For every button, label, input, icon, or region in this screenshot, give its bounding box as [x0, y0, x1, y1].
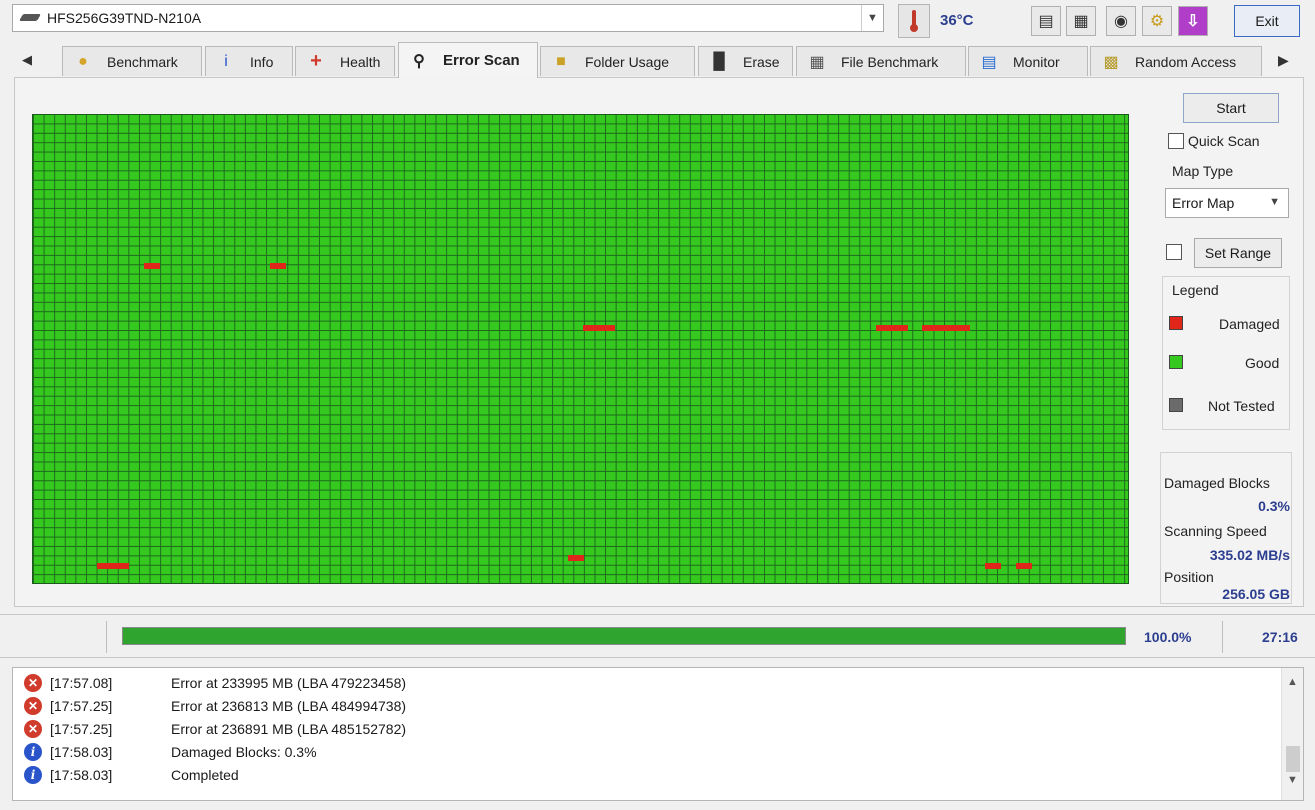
lightbulb-icon: ●: [78, 52, 88, 70]
tab-benchmark[interactable]: ● Benchmark: [62, 46, 202, 76]
event-log[interactable]: ✕ [17:57.08] Error at 233995 MB (LBA 479…: [12, 667, 1304, 801]
legend-damaged-label: Damaged: [1219, 316, 1280, 332]
log-row: ✕ [17:57.25] Error at 236813 MB (LBA 484…: [13, 694, 1273, 717]
download-button[interactable]: ⇩: [1178, 6, 1208, 36]
folder-icon: ■: [556, 52, 566, 70]
tab-health[interactable]: + Health: [295, 46, 395, 76]
error-icon: ✕: [24, 719, 42, 738]
damaged-block: [876, 325, 908, 331]
progress-fill: [123, 628, 1125, 644]
drive-icon: [19, 12, 41, 24]
tab-folder-usage[interactable]: ■ Folder Usage: [540, 46, 695, 76]
log-row: ✕ [17:57.25] Error at 236891 MB (LBA 485…: [13, 717, 1273, 740]
info-icon: i: [24, 765, 42, 784]
map-type-select[interactable]: Error Map ▼: [1165, 188, 1289, 218]
info-icon: i: [24, 742, 42, 761]
set-range-checkbox[interactable]: [1166, 244, 1182, 260]
position-value: 256.05 GB: [1222, 586, 1290, 602]
exit-button[interactable]: Exit: [1234, 5, 1300, 37]
damaged-block: [270, 263, 286, 269]
monitor-chart-icon: ▤: [981, 53, 997, 71]
tab-monitor[interactable]: ▤ Monitor: [968, 46, 1088, 76]
legend-good-swatch: [1169, 355, 1183, 369]
log-row: ✕ [17:57.08] Error at 233995 MB (LBA 479…: [13, 671, 1273, 694]
copy-report-button[interactable]: ▦: [1066, 6, 1096, 36]
trash-icon: █: [713, 52, 725, 70]
copy-report-icon: ▦: [1073, 13, 1089, 30]
tab-file-benchmark[interactable]: ▦ File Benchmark: [796, 46, 966, 76]
tab-scroll-right-icon[interactable]: ▶: [1278, 52, 1289, 69]
health-cross-icon: +: [310, 50, 322, 72]
progress-percent: 100.0%: [1144, 629, 1192, 645]
download-icon: ⇩: [1186, 13, 1200, 30]
progress-row: 100.0% 27:16: [0, 614, 1315, 658]
progress-bar: [122, 627, 1126, 645]
legend-title: Legend: [1172, 282, 1219, 298]
damaged-blocks-value: 0.3%: [1258, 498, 1290, 514]
screenshot-button[interactable]: ◉: [1106, 6, 1136, 36]
damaged-block: [985, 563, 1001, 569]
legend-not-tested-swatch: [1169, 398, 1183, 412]
elapsed-time: 27:16: [1262, 629, 1298, 645]
scroll-up-icon[interactable]: ▲: [1287, 676, 1298, 688]
copy-text-button[interactable]: ▤: [1031, 6, 1061, 36]
temperature-value: 36°C: [940, 12, 974, 29]
info-icon: i: [224, 52, 228, 70]
copy-text-icon: ▤: [1038, 13, 1054, 30]
drive-name: HFS256G39TND-N210A: [47, 10, 202, 26]
damaged-block: [1016, 563, 1032, 569]
scroll-down-icon[interactable]: ▼: [1287, 774, 1298, 786]
start-button[interactable]: Start: [1183, 93, 1279, 123]
tab-bar: ◀ ● Benchmark i Info + Health ⚲ Error Sc…: [0, 42, 1315, 78]
tab-scroll-left-icon[interactable]: ◀: [22, 52, 32, 68]
scanning-speed-value: 335.02 MB/s: [1209, 547, 1290, 563]
options-icon: ⚙: [1149, 13, 1165, 30]
set-range-button[interactable]: Set Range: [1194, 238, 1282, 268]
position-label: Position: [1164, 569, 1214, 585]
damaged-block: [144, 263, 160, 269]
scanning-speed-label: Scanning Speed: [1164, 523, 1267, 539]
quick-scan-label: Quick Scan: [1188, 133, 1260, 149]
log-row: i [17:58.03] Damaged Blocks: 0.3%: [13, 740, 1273, 763]
error-icon: ✕: [24, 696, 42, 715]
legend-good-label: Good: [1245, 355, 1280, 371]
legend-damaged-swatch: [1169, 316, 1183, 330]
options-button[interactable]: ⚙: [1142, 6, 1172, 36]
tab-random-access[interactable]: ▩ Random Access: [1090, 46, 1262, 76]
drive-select[interactable]: HFS256G39TND-N210A ▼: [12, 4, 884, 32]
tab-erase[interactable]: █ Erase: [698, 46, 793, 76]
damaged-block: [97, 563, 129, 569]
file-benchmark-icon: ▦: [809, 53, 825, 71]
damaged-blocks-label: Damaged Blocks: [1164, 475, 1270, 491]
damaged-block: [583, 325, 615, 331]
chevron-down-icon: ▼: [1269, 196, 1280, 208]
log-row: i [17:58.03] Completed: [13, 763, 1273, 786]
log-scrollbar[interactable]: ▲ ▼: [1281, 668, 1303, 800]
thermometer-icon: [898, 4, 930, 38]
map-type-label: Map Type: [1172, 163, 1234, 179]
top-bar: HFS256G39TND-N210A ▼ 36°C ▤ ▦ ◉ ⚙ ⇩ Exit: [0, 0, 1315, 42]
damaged-block: [568, 555, 584, 561]
magnifier-icon: ⚲: [413, 52, 425, 70]
legend-not-tested-label: Not Tested: [1208, 398, 1275, 414]
error-map: [32, 114, 1129, 584]
screenshot-icon: ◉: [1114, 13, 1128, 30]
scroll-thumb[interactable]: [1286, 746, 1300, 772]
damaged-block: [922, 325, 970, 331]
quick-scan-checkbox[interactable]: [1168, 133, 1184, 149]
chevron-down-icon[interactable]: ▼: [861, 5, 883, 31]
tab-error-scan[interactable]: ⚲ Error Scan: [398, 42, 538, 78]
map-type-value: Error Map: [1172, 195, 1235, 211]
tab-info[interactable]: i Info: [205, 46, 293, 76]
error-icon: ✕: [24, 673, 42, 692]
random-access-icon: ▩: [1103, 53, 1119, 71]
